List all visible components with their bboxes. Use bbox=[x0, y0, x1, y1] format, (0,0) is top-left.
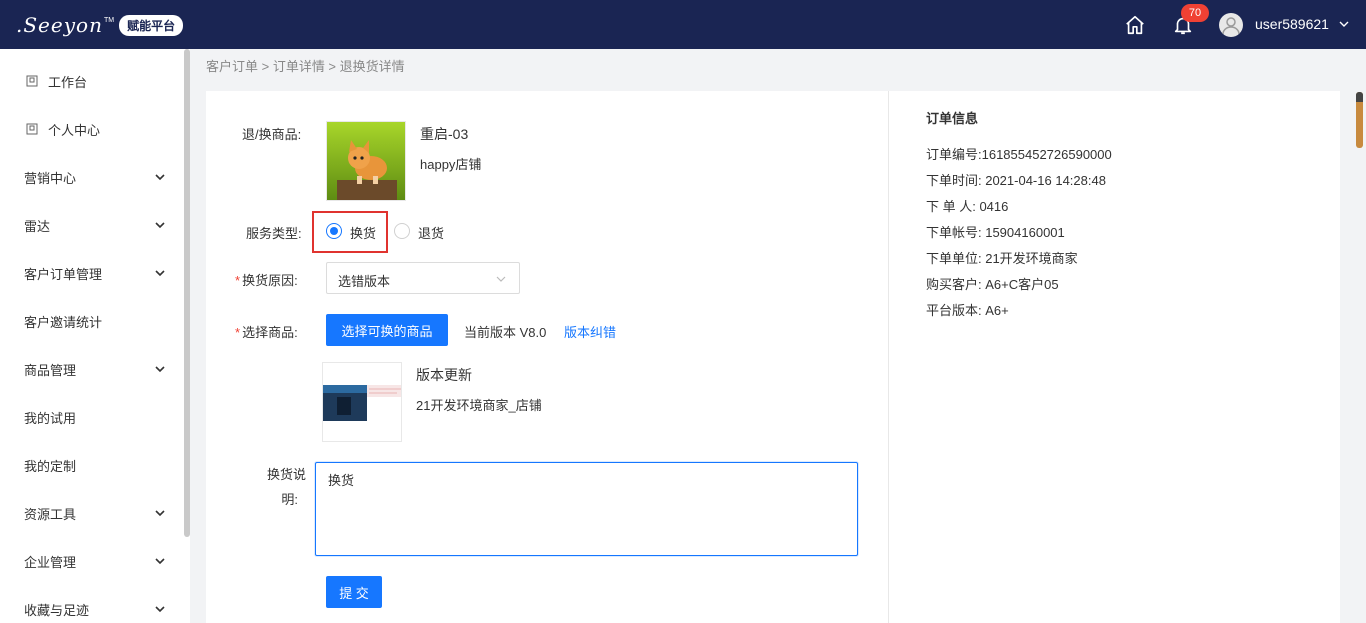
sidebar-item-workbench[interactable]: 工作台 bbox=[0, 57, 182, 105]
order-info-title: 订单信息 bbox=[926, 111, 979, 126]
sidebar-item-label: 雷达 bbox=[24, 218, 51, 234]
chevron-down-icon bbox=[155, 510, 165, 517]
sidebar-item-label: 工作台 bbox=[48, 74, 88, 90]
product-shop: happy店铺 bbox=[420, 157, 482, 172]
reason-select[interactable]: 选错版本 bbox=[326, 262, 520, 294]
product-image bbox=[322, 362, 402, 442]
breadcrumb-text[interactable]: 客户订单 > 订单详情 > 退换货详情 bbox=[206, 59, 405, 74]
sidebar-item-label: 收藏与足迹 bbox=[24, 602, 90, 618]
sidebar-item-label: 营销中心 bbox=[24, 170, 77, 186]
required-mark: * bbox=[235, 273, 241, 288]
avatar[interactable] bbox=[1219, 13, 1243, 37]
exchange-radio-label[interactable]: 换货 bbox=[350, 223, 376, 242]
chevron-down-icon bbox=[496, 276, 506, 282]
top-header: .Seeyon TM 赋能平台 70 user589621 bbox=[0, 0, 1366, 49]
current-version: 当前版本 V8.0 bbox=[464, 325, 547, 340]
exchange-description-textarea[interactable] bbox=[315, 462, 858, 556]
sidebar-scrollbar[interactable] bbox=[184, 49, 190, 537]
sidebar-item-label: 客户邀请统计 bbox=[24, 314, 103, 330]
chevron-down-icon bbox=[155, 270, 165, 277]
sidebar-item-customer-orders[interactable]: 客户订单管理 bbox=[0, 249, 182, 297]
sidebar-item-enterprise[interactable]: 企业管理 bbox=[0, 537, 182, 585]
square-icon bbox=[26, 75, 38, 87]
sidebar-item-product-management[interactable]: 商品管理 bbox=[0, 345, 182, 393]
selected-product-shop: 21开发环境商家_店铺 bbox=[416, 398, 542, 413]
service-type-label: 服务类型: bbox=[246, 226, 302, 241]
description-label-line2: 明: bbox=[281, 492, 298, 507]
chevron-down-icon bbox=[155, 606, 165, 613]
sidebar-item-label: 个人中心 bbox=[48, 122, 101, 138]
description-label-line1: 换货说 bbox=[266, 467, 306, 482]
return-radio[interactable] bbox=[394, 223, 410, 239]
sidebar-item-personal-center[interactable]: 个人中心 bbox=[0, 105, 182, 153]
chevron-down-icon[interactable] bbox=[1338, 18, 1350, 30]
order-number: 订单编号:161855452726590000 bbox=[926, 147, 1112, 162]
purchase-customer: 购买客户: A6+C客户05 bbox=[926, 277, 1059, 292]
sidebar: 工作台 个人中心 营销中心 雷达 客户订单管理 客户邀请统计 商品管理 我的试用… bbox=[0, 49, 190, 623]
return-product-label: 退/换商品: bbox=[242, 127, 302, 142]
sidebar-item-label: 客户订单管理 bbox=[24, 266, 103, 282]
submit-button[interactable]: 提 交 bbox=[326, 576, 382, 608]
description-label: 换货说 明: bbox=[262, 464, 306, 508]
divider bbox=[888, 91, 889, 623]
square-icon bbox=[26, 123, 38, 135]
reason-label: * 换货原因: bbox=[235, 270, 298, 289]
reason-select-value: 选错版本 bbox=[338, 274, 391, 289]
reason-label-text: 换货原因: bbox=[242, 273, 298, 288]
screenshot-thumbnail bbox=[323, 363, 401, 441]
product-image bbox=[326, 121, 406, 201]
platform-badge: 赋能平台 bbox=[119, 14, 184, 36]
return-radio-label[interactable]: 退货 bbox=[418, 223, 444, 242]
sidebar-item-label: 我的试用 bbox=[24, 410, 77, 426]
username[interactable]: user589621 bbox=[1255, 16, 1329, 32]
chevron-down-icon bbox=[155, 366, 165, 373]
sidebar-item-my-custom[interactable]: 我的定制 bbox=[0, 441, 182, 489]
sidebar-item-label: 我的定制 bbox=[24, 458, 77, 474]
orderer: 下 单 人: 0416 bbox=[926, 199, 1009, 214]
sidebar-item-invite-stats[interactable]: 客户邀请统计 bbox=[0, 297, 182, 345]
order-unit: 下单单位: 21开发环境商家 bbox=[926, 251, 1078, 266]
selected-product-name: 版本更新 bbox=[416, 367, 472, 383]
select-product-label-text: 选择商品: bbox=[242, 325, 298, 340]
order-time: 下单时间: 2021-04-16 14:28:48 bbox=[926, 173, 1106, 188]
home-icon[interactable] bbox=[1124, 14, 1146, 36]
user-icon bbox=[1222, 17, 1240, 35]
version-correction-link[interactable]: 版本纠错 bbox=[564, 322, 616, 341]
page-scrollbar-thumb-cap bbox=[1356, 92, 1363, 102]
logo-text: .Seeyon bbox=[16, 13, 103, 37]
breadcrumb: 客户订单 > 订单详情 > 退换货详情 bbox=[206, 56, 405, 75]
sidebar-item-my-trial[interactable]: 我的试用 bbox=[0, 393, 182, 441]
sidebar-item-label: 资源工具 bbox=[24, 506, 77, 522]
platform-version: 平台版本: A6+ bbox=[926, 303, 1009, 318]
chevron-down-icon bbox=[155, 174, 165, 181]
sidebar-item-label: 企业管理 bbox=[24, 554, 77, 570]
sidebar-item-radar[interactable]: 雷达 bbox=[0, 201, 182, 249]
logo[interactable]: .Seeyon TM 赋能平台 bbox=[16, 12, 184, 38]
sidebar-item-resource-tools[interactable]: 资源工具 bbox=[0, 489, 182, 537]
order-account: 下单帐号: 15904160001 bbox=[926, 225, 1065, 240]
sidebar-item-label: 商品管理 bbox=[24, 362, 77, 378]
required-mark: * bbox=[235, 325, 241, 340]
chevron-down-icon bbox=[155, 558, 165, 565]
sidebar-item-marketing[interactable]: 营销中心 bbox=[0, 153, 182, 201]
select-product-button[interactable]: 选择可换的商品 bbox=[326, 314, 448, 346]
notification-badge: 70 bbox=[1181, 4, 1209, 22]
logo-trademark: TM bbox=[103, 16, 115, 24]
kitten-image bbox=[327, 122, 405, 200]
sidebar-item-favorites[interactable]: 收藏与足迹 bbox=[0, 585, 182, 623]
product-name: 重启-03 bbox=[420, 126, 469, 142]
chevron-down-icon bbox=[155, 222, 165, 229]
select-product-label: * 选择商品: bbox=[235, 322, 298, 341]
exchange-radio[interactable] bbox=[326, 223, 342, 239]
